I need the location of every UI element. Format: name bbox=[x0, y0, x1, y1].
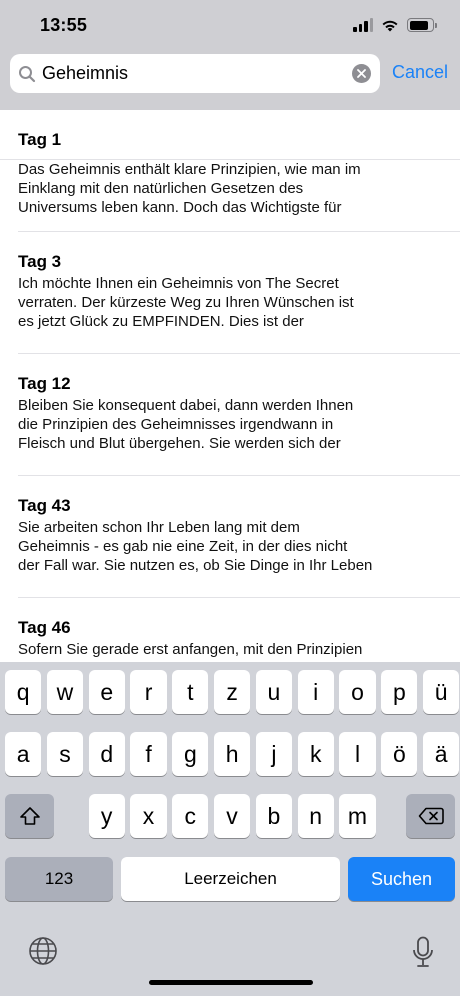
search-input[interactable] bbox=[42, 54, 342, 93]
result-item[interactable]: Tag 43 Sie arbeiten schon Ihr Leben lang … bbox=[0, 476, 460, 598]
result-snippet: Sofern Sie gerade erst anfangen, mit den… bbox=[18, 640, 398, 659]
key-k[interactable]: k bbox=[297, 732, 334, 776]
status-time: 13:55 bbox=[40, 15, 88, 35]
result-item[interactable]: Tag 1 Das Geheimnis enthält klare Prinzip… bbox=[0, 110, 460, 232]
snippet-line: Bleiben Sie konsequent dabei, dann werde… bbox=[18, 397, 354, 414]
backspace-icon bbox=[418, 807, 444, 825]
cellular-signal-icon bbox=[353, 18, 373, 32]
key-l[interactable]: l bbox=[339, 732, 376, 776]
key-t[interactable]: t bbox=[172, 670, 209, 714]
result-snippet: Bleiben Sie konsequent dabei, dann werde… bbox=[18, 396, 398, 453]
key-x[interactable]: x bbox=[130, 794, 167, 838]
search-header: 13:55 Cancel bbox=[0, 0, 460, 110]
result-title: Tag 1 bbox=[18, 130, 62, 149]
snippet-line: Ich möchte Ihnen ein Geheimnis von The S… bbox=[18, 275, 339, 292]
key-ö[interactable]: ö bbox=[381, 732, 418, 776]
snippet-line: verraten. Der kürzeste Weg zu Ihren Wüns… bbox=[18, 294, 354, 311]
snippet-line: Geheimnis - es gab nie eine Zeit, in der… bbox=[18, 538, 348, 555]
status-icons bbox=[353, 16, 437, 34]
search-icon bbox=[19, 66, 36, 83]
result-snippet: Das Geheimnis enthält klare Prinzipien, … bbox=[18, 160, 398, 217]
close-icon bbox=[357, 69, 366, 78]
snippet-line: es jetzt Glück zu EMPFINDEN. Dies ist de… bbox=[18, 313, 304, 330]
key-p[interactable]: p bbox=[381, 670, 418, 714]
key-s[interactable]: s bbox=[46, 732, 84, 776]
shift-icon bbox=[19, 807, 40, 825]
key-j[interactable]: j bbox=[255, 732, 293, 776]
wifi-icon bbox=[382, 20, 398, 31]
globe-icon[interactable] bbox=[28, 936, 58, 966]
key-f[interactable]: f bbox=[130, 732, 167, 776]
key-a[interactable]: a bbox=[5, 732, 42, 776]
result-title: Tag 43 bbox=[18, 496, 71, 515]
key-h[interactable]: h bbox=[214, 732, 251, 776]
result-item[interactable]: Tag 46 Sofern Sie gerade erst anfangen, m… bbox=[0, 598, 460, 662]
snippet-line: Das Geheimnis enthält klare Prinzipien, … bbox=[18, 161, 361, 178]
key-i[interactable]: i bbox=[297, 670, 334, 714]
key-ä[interactable]: ä bbox=[423, 732, 460, 776]
key-c[interactable]: c bbox=[172, 794, 209, 838]
key-d[interactable]: d bbox=[88, 732, 125, 776]
snippet-line: Universums leben kann. Doch das Wichtigs… bbox=[18, 199, 342, 216]
key-ü[interactable]: ü bbox=[423, 670, 460, 714]
result-snippet: Sie arbeiten schon Ihr Leben lang mit de… bbox=[18, 518, 398, 575]
key-r[interactable]: r bbox=[130, 670, 167, 714]
home-indicator bbox=[149, 980, 313, 985]
cancel-button[interactable]: Cancel bbox=[392, 62, 448, 83]
search-results-list: Tag 1 Das Geheimnis enthält klare Prinzip… bbox=[0, 110, 460, 662]
key-e[interactable]: e bbox=[88, 670, 125, 714]
snippet-line: Sie arbeiten schon Ihr Leben lang mit de… bbox=[18, 519, 300, 536]
result-title: Tag 3 bbox=[18, 252, 62, 271]
numbers-key[interactable]: 123 bbox=[5, 857, 113, 901]
microphone-icon[interactable] bbox=[412, 936, 434, 968]
result-item[interactable]: Tag 12 Bleiben Sie konsequent dabei, dann… bbox=[0, 354, 460, 476]
result-snippet: Ich möchte Ihnen ein Geheimnis von The S… bbox=[18, 274, 398, 331]
snippet-line: der Fall war. Sie nutzen es, ob Sie Ding… bbox=[18, 557, 373, 574]
snippet-line: Sofern Sie gerade erst anfangen, mit den… bbox=[18, 641, 363, 658]
key-b[interactable]: b bbox=[255, 794, 292, 838]
key-u[interactable]: u bbox=[255, 670, 293, 714]
key-y[interactable]: y bbox=[88, 794, 125, 838]
clear-search-button[interactable] bbox=[352, 64, 371, 83]
delete-key[interactable] bbox=[406, 794, 455, 838]
result-title: Tag 46 bbox=[18, 618, 71, 637]
key-q[interactable]: q bbox=[5, 670, 42, 714]
key-m[interactable]: m bbox=[339, 794, 376, 838]
shift-key[interactable] bbox=[5, 794, 54, 838]
battery-icon bbox=[407, 18, 437, 32]
key-o[interactable]: o bbox=[339, 670, 376, 714]
search-field[interactable] bbox=[10, 54, 380, 93]
key-v[interactable]: v bbox=[213, 794, 251, 838]
key-g[interactable]: g bbox=[172, 732, 209, 776]
snippet-line: Fleisch und Blut übergehen. Sie werden s… bbox=[18, 435, 341, 452]
result-title: Tag 12 bbox=[18, 374, 71, 393]
result-item[interactable]: Tag 3 Ich möchte Ihnen ein Geheimnis von … bbox=[0, 232, 460, 354]
snippet-line: Einklang mit den natürlichen Gesetzen de… bbox=[18, 180, 304, 197]
key-z[interactable]: z bbox=[214, 670, 251, 714]
search-key[interactable]: Suchen bbox=[348, 857, 455, 901]
snippet-line: die Prinzipien des Geheimnisses irgendwa… bbox=[18, 416, 334, 433]
key-n[interactable]: n bbox=[297, 794, 334, 838]
key-w[interactable]: w bbox=[46, 670, 84, 714]
keyboard: 123 Leerzeichen Suchen qwertzuiopü asdfgh… bbox=[0, 662, 460, 996]
space-key[interactable]: Leerzeichen bbox=[121, 857, 340, 901]
